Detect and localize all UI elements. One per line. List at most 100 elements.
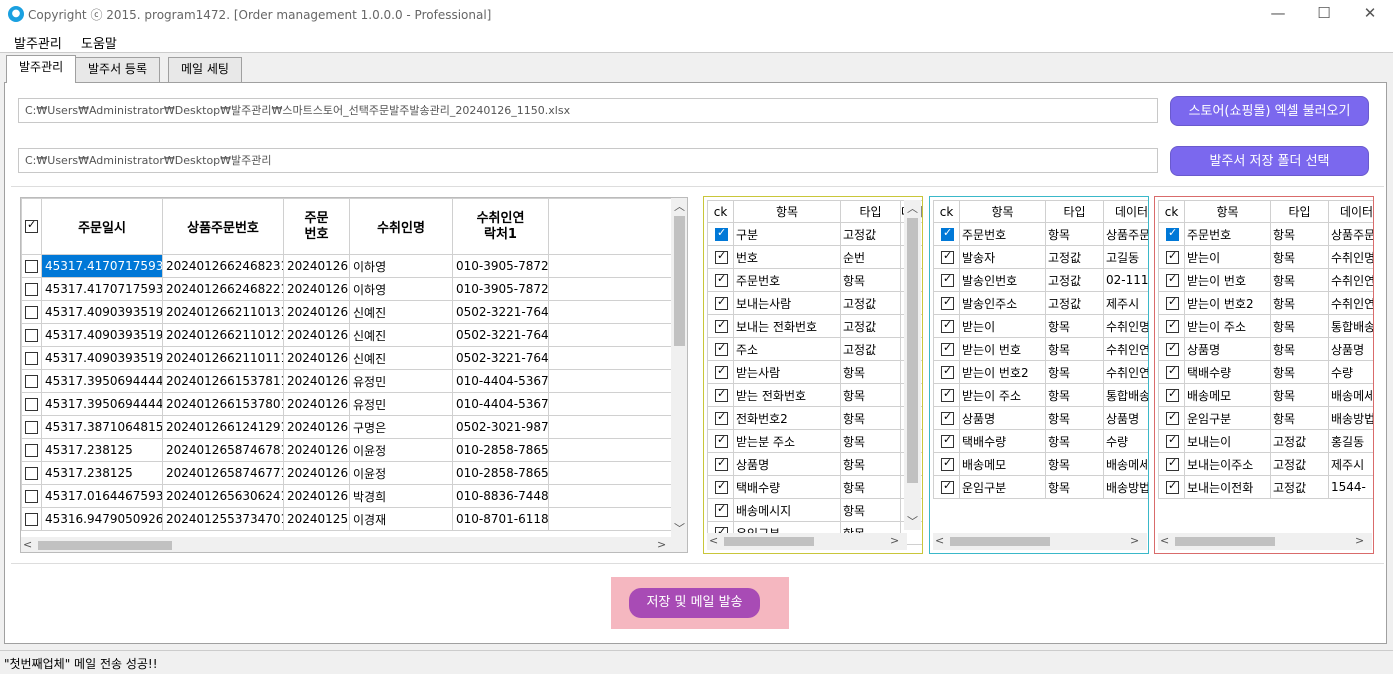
mapping-type[interactable]: 항목	[1045, 314, 1104, 338]
order-cell[interactable]: 010-8701-6118	[452, 507, 549, 531]
order-row[interactable]: 45317.3950694444 2024012661537801 20240126…	[21, 392, 672, 416]
mapping-row[interactable]: 보내는사람 고정값	[707, 291, 922, 315]
mapping-row[interactable]: 상품명 항목	[707, 452, 922, 476]
mapping-row[interactable]: 상품명 항목 상품명	[1158, 337, 1373, 361]
mapping-checkbox[interactable]	[933, 222, 960, 246]
mapping-row[interactable]: 보내는이전화 고정값 1544-	[1158, 475, 1373, 499]
mapping-row[interactable]: 받는이 번호2 항목 수취인연락처	[933, 360, 1148, 384]
mapping-row[interactable]: 받는이 번호 항목 수취인연락처	[1158, 268, 1373, 292]
mapping-row[interactable]: 받는이 주소 항목 통합배송지	[933, 383, 1148, 407]
order-cell[interactable]	[548, 461, 672, 485]
order-cell[interactable]: 구명은	[349, 415, 453, 439]
order-cell[interactable]: 신예진	[349, 300, 453, 324]
order-cell[interactable]	[548, 346, 672, 370]
mapping-type[interactable]: 고정값	[1270, 475, 1329, 499]
mapping-row[interactable]: 배송메모 항목 배송메세지	[1158, 383, 1373, 407]
order-row[interactable]: 45317.4170717593 2024012662468221 20240126…	[21, 277, 672, 301]
grid-b-hscroll[interactable]: < >	[933, 533, 1147, 550]
mapping-row[interactable]: 주문번호 항목 상품주문번호	[933, 222, 1148, 246]
mapping-item[interactable]: 상품명	[733, 452, 841, 476]
mapping-item[interactable]: 발송인번호	[959, 268, 1046, 292]
order-grid-vscroll[interactable]: ︿ ﹀	[671, 198, 687, 537]
mapping-item[interactable]: 받는이 주소	[959, 383, 1046, 407]
mapping-data[interactable]: 제주시	[1103, 291, 1148, 315]
mapping-item[interactable]: 보내는이전화	[1184, 475, 1271, 499]
mapping-type[interactable]: 항목	[1270, 406, 1329, 430]
mapping-item[interactable]: 택배수량	[1184, 360, 1271, 384]
mapping-data[interactable]: 상품주문번호	[1328, 222, 1373, 246]
mapping-item[interactable]: 받는 전화번호	[733, 383, 841, 407]
mapping-checkbox[interactable]	[1158, 222, 1185, 246]
mapping-row[interactable]: 택배수량 항목 수량	[933, 429, 1148, 453]
order-cell[interactable]	[548, 369, 672, 393]
mapping-checkbox[interactable]	[707, 245, 734, 269]
order-cell[interactable]: 45317.3950694444	[41, 369, 163, 393]
mapping-type[interactable]: 항목	[1270, 291, 1329, 315]
mapping-row[interactable]: 받는사람 항목	[707, 360, 922, 384]
order-cell[interactable]: 이하영	[349, 277, 453, 301]
mapping-data[interactable]: 수량	[1103, 429, 1148, 453]
mapping-type[interactable]: 항목	[1270, 245, 1329, 269]
mapping-item[interactable]: 상품명	[959, 406, 1046, 430]
mapping-type[interactable]: 고정값	[1045, 245, 1104, 269]
mapping-row[interactable]: 발송인주소 고정값 제주시	[933, 291, 1148, 315]
mapping-item[interactable]: 받는사람	[733, 360, 841, 384]
mapping-checkbox[interactable]	[707, 452, 734, 476]
row-checkbox[interactable]	[21, 254, 42, 278]
order-cell[interactable]: 2024012553734701	[162, 507, 284, 531]
order-cell[interactable]	[548, 484, 672, 508]
order-cell[interactable]: 45316.9479050926	[41, 507, 163, 531]
mapping-item[interactable]: 주문번호	[1184, 222, 1271, 246]
mapping-checkbox[interactable]	[933, 383, 960, 407]
mapping-item[interactable]: 운임구분	[959, 475, 1046, 499]
mapping-data[interactable]: 배송메세지	[1328, 383, 1373, 407]
order-cell[interactable]: 202401265	[283, 415, 350, 439]
order-cell[interactable]: 45317.3871064815	[41, 415, 163, 439]
order-cell[interactable]: 유정민	[349, 392, 453, 416]
mapping-data[interactable]: 배송방법	[1328, 406, 1373, 430]
mapping-item[interactable]: 구분	[733, 222, 841, 246]
mapping-type[interactable]: 고정값	[1045, 291, 1104, 315]
tab-order-register[interactable]: 발주서 등록	[75, 57, 161, 82]
order-cell[interactable]: 202401265	[283, 484, 350, 508]
mapping-data[interactable]: 수취인연락처	[1103, 337, 1148, 361]
mapping-item[interactable]: 보내는 전화번호	[733, 314, 841, 338]
mapping-checkbox[interactable]	[1158, 360, 1185, 384]
mapping-checkbox[interactable]	[707, 314, 734, 338]
mapping-checkbox[interactable]	[933, 475, 960, 499]
order-cell[interactable]: 0502-3221-7641	[452, 346, 549, 370]
mapping-type[interactable]: 고정값	[840, 222, 901, 246]
order-cell[interactable]: 010-2858-7865	[452, 438, 549, 462]
mapping-row[interactable]: 보내는 전화번호 고정값	[707, 314, 922, 338]
mapping-row[interactable]: 주문번호 항목	[707, 268, 922, 292]
mapping-item[interactable]: 받는이 번호	[959, 337, 1046, 361]
mapping-row[interactable]: 받는 전화번호 항목	[707, 383, 922, 407]
row-checkbox[interactable]	[21, 346, 42, 370]
mapping-data[interactable]: 수량	[1328, 360, 1373, 384]
order-cell[interactable]: 박경희	[349, 484, 453, 508]
mapping-checkbox[interactable]	[707, 429, 734, 453]
mapping-item[interactable]: 받는이 번호2	[959, 360, 1046, 384]
mapping-row[interactable]: 받는이 주소 항목 통합배송지	[1158, 314, 1373, 338]
row-checkbox[interactable]	[21, 277, 42, 301]
mapping-type[interactable]: 항목	[840, 475, 901, 499]
mapping-item[interactable]: 발송자	[959, 245, 1046, 269]
order-row[interactable]: 45317.4170717593 2024012662468231 20240126…	[21, 254, 672, 278]
mapping-type[interactable]: 고정값	[1270, 452, 1329, 476]
mapping-checkbox[interactable]	[1158, 268, 1185, 292]
order-row[interactable]: 45317.3871064815 2024012661241291 20240126…	[21, 415, 672, 439]
order-cell[interactable]: 202401265	[283, 300, 350, 324]
mapping-item[interactable]: 보내는이주소	[1184, 452, 1271, 476]
mapping-data[interactable]: 수취인연락처	[1328, 268, 1373, 292]
mapping-type[interactable]: 항목	[1045, 222, 1104, 246]
mapping-item[interactable]: 택배수량	[959, 429, 1046, 453]
order-row[interactable]: 45317.238125 2024012658746781 202401265 이윤정…	[21, 438, 672, 462]
order-cell[interactable]: 010-2858-7865	[452, 461, 549, 485]
mapping-checkbox[interactable]	[933, 245, 960, 269]
save-and-send-mail-button[interactable]: 저장 및 메일 발송	[629, 588, 760, 618]
order-cell[interactable]: 2024012661241291	[162, 415, 284, 439]
row-checkbox[interactable]	[21, 392, 42, 416]
mapping-row[interactable]: 받는이 항목 수취인명	[1158, 245, 1373, 269]
order-row[interactable]: 45317.3950694444 2024012661537811 20240126…	[21, 369, 672, 393]
order-cell[interactable]: 2024012658746771	[162, 461, 284, 485]
